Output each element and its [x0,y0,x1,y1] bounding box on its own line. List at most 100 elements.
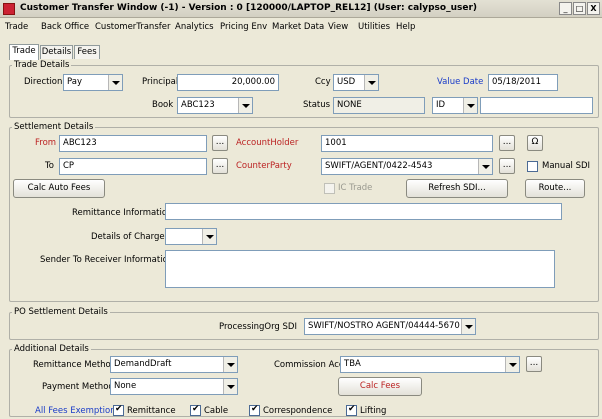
menu-help[interactable]: Help [396,22,415,32]
id-type-value: ID [436,100,446,110]
book-value: ABC123 [181,100,215,110]
details-of-charges-select[interactable] [165,228,217,245]
counterparty-value: SWIFT/AGENT/0422-4543 [325,161,433,171]
chevron-down-icon [478,159,492,174]
sender-to-receiver-textarea[interactable] [165,250,555,288]
menu-analytics[interactable]: Analytics [175,22,214,32]
manual-sdi-label: Manual SDI [542,161,591,171]
id-input[interactable] [480,97,593,114]
menu-bar: Trade Back Office CustomerTransfer Analy… [0,18,602,36]
from-lookup-button[interactable]: ... [212,135,228,151]
refresh-sdi-button[interactable]: Refresh SDI... [406,179,508,198]
chevron-down-icon [223,357,237,372]
po-settlement-title: PO Settlement Details [12,307,110,317]
lifting-exemption-checkbox[interactable] [346,404,357,416]
chevron-down-icon [202,229,216,244]
trade-details-title: Trade Details [12,60,72,70]
principal-input[interactable]: 20,000.00 [177,74,279,91]
window-title: Customer Transfer Window (-1) - Version … [20,3,478,13]
payment-method-label: Payment Method [42,382,114,392]
additional-details-title: Additional Details [12,344,91,354]
value-date-input[interactable]: 05/18/2011 [488,74,558,91]
chevron-down-icon [505,357,519,372]
id-type-select[interactable]: ID [432,97,478,114]
calc-fees-button[interactable]: Calc Fees [338,377,422,396]
ic-trade-label: IC Trade [338,183,373,193]
menu-back-office[interactable]: Back Office [41,22,89,32]
manual-sdi-checkbox[interactable] [527,161,538,172]
status-label: Status [303,100,331,110]
chevron-down-icon [463,98,477,113]
counterparty-select[interactable]: SWIFT/AGENT/0422-4543 [321,158,493,175]
to-lookup-button[interactable]: ... [212,158,228,174]
close-button[interactable]: X [587,2,600,15]
title-bar: Customer Transfer Window (-1) - Version … [0,0,602,18]
tab-details[interactable]: Details [40,45,73,59]
commission-acc-lookup-button[interactable]: ... [526,356,542,372]
chevron-down-icon [238,98,252,113]
correspondence-exemption-label: Correspondence [263,406,333,416]
remittance-method-value: DemandDraft [114,359,172,369]
direction-select[interactable]: Pay [63,74,123,91]
calc-auto-fees-button[interactable]: Calc Auto Fees [13,179,105,198]
remittance-exemption-checkbox[interactable] [113,404,124,416]
cable-exemption-label: Cable [204,406,229,416]
processing-org-sdi-value: SWIFT/NOSTRO AGENT/04444-5670 [308,321,460,331]
principal-label: Principal [142,77,179,87]
details-of-charges-label: Details of Charges [91,232,169,242]
book-select[interactable]: ABC123 [177,97,253,114]
commission-acc-value: TBA [344,359,361,369]
direction-value: Pay [67,77,82,87]
all-fees-exemption-label: All Fees Exemption [35,406,116,416]
ccy-label: Ccy [315,77,331,87]
account-holder-lookup-button[interactable]: ... [499,135,515,151]
chevron-down-icon [364,75,378,90]
ic-trade-checkbox[interactable] [324,183,335,194]
maximize-button[interactable]: □ [573,2,586,15]
to-label: To [45,161,54,171]
value-date-label: Value Date [437,77,484,87]
correspondence-exemption-checkbox[interactable] [249,404,260,416]
remittance-info-input[interactable] [165,203,562,220]
status-field: NONE [333,97,425,114]
processing-org-sdi-select[interactable]: SWIFT/NOSTRO AGENT/04444-5670 [304,318,476,335]
ccy-select[interactable]: USD [333,74,379,91]
direction-label: Direction [24,77,63,87]
menu-pricing-env[interactable]: Pricing Env [220,22,267,32]
remittance-method-label: Remittance Method [33,360,117,370]
tab-fees[interactable]: Fees [74,45,100,59]
tab-trade[interactable]: Trade [9,44,39,60]
counterparty-label: CounterParty [236,161,292,171]
to-input[interactable]: CP [59,158,207,175]
account-holder-input[interactable]: 1001 [321,135,493,152]
account-holder-label: AccountHolder [236,138,299,148]
refresh-icon[interactable]: Ω [527,135,543,151]
menu-customer-transfer[interactable]: CustomerTransfer [95,22,170,32]
payment-method-select[interactable]: None [110,378,238,395]
settlement-details-title: Settlement Details [12,122,96,132]
commission-acc-select[interactable]: TBA [340,356,520,373]
app-icon [3,3,15,15]
remittance-info-label: Remittance Information [72,208,173,218]
chevron-down-icon [223,379,237,394]
payment-method-value: None [114,381,137,391]
from-input[interactable]: ABC123 [59,135,207,152]
book-label: Book [152,100,174,110]
menu-utilities[interactable]: Utilities [358,22,390,32]
chevron-down-icon [461,319,475,334]
menu-market-data[interactable]: Market Data [272,22,324,32]
counterparty-lookup-button[interactable]: ... [499,158,515,174]
sender-to-receiver-label: Sender To Receiver Information [40,255,174,265]
menu-view[interactable]: View [328,22,348,32]
customer-transfer-window: Customer Transfer Window (-1) - Version … [0,0,602,419]
commission-acc-label: Commission Acc. [274,360,347,370]
remittance-exemption-label: Remittance [127,406,176,416]
menu-trade[interactable]: Trade [5,22,28,32]
cable-exemption-checkbox[interactable] [190,404,201,416]
ccy-value: USD [337,77,356,87]
minimize-button[interactable]: _ [559,2,572,15]
remittance-method-select[interactable]: DemandDraft [110,356,238,373]
processing-org-sdi-label: ProcessingOrg SDI [219,322,297,332]
chevron-down-icon [108,75,122,90]
route-button[interactable]: Route... [525,179,585,198]
